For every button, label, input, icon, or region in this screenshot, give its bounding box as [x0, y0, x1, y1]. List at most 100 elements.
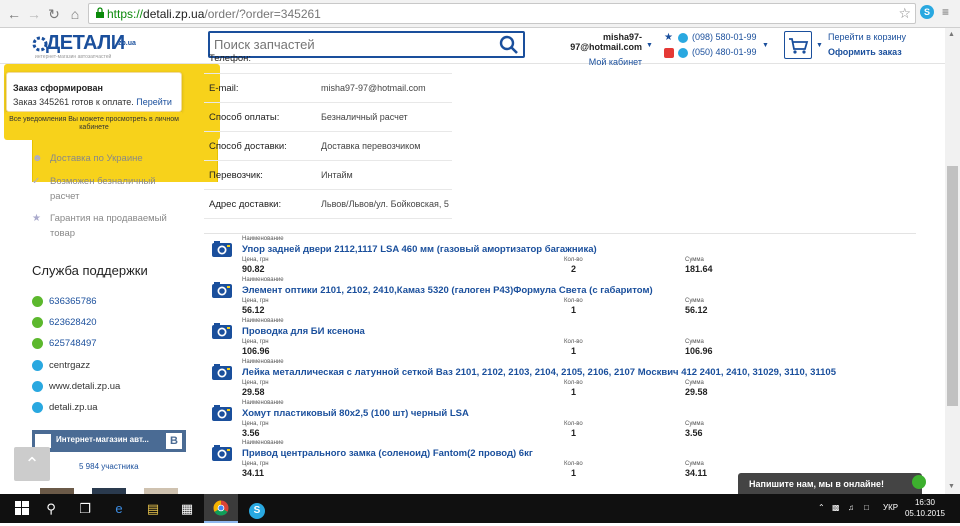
language-indicator[interactable]: УКР [883, 503, 898, 512]
product-photo-icon[interactable] [211, 444, 233, 462]
item-name-link[interactable]: Элемент оптики 2101, 2102, 2410,Камаз 53… [242, 285, 653, 296]
phone-1[interactable]: ★ (098) 580-01-99 [664, 30, 757, 45]
feature-text: Возможен безналичный [50, 176, 156, 187]
back-icon[interactable]: ← [5, 5, 23, 23]
field-label: E-mail: [209, 83, 239, 94]
go-to-cart-link[interactable]: Перейти в корзину [828, 32, 906, 42]
product-photo-icon[interactable] [211, 322, 233, 340]
skype-icon [32, 381, 43, 392]
search-icon[interactable]: ⚲ [34, 494, 68, 523]
vk-group-title: Интернет-магазин авт... [56, 435, 149, 444]
chevron-down-icon[interactable]: ▼ [646, 42, 653, 49]
page-scrollbar[interactable]: ▲ ▼ [945, 28, 960, 494]
scrollbar-thumb[interactable] [947, 166, 958, 406]
file-explorer-icon[interactable]: ▤ [136, 494, 170, 523]
browser-toolbar: ← → ↻ ⌂ https://detali.zp.ua/order/?orde… [0, 0, 960, 28]
reload-icon[interactable]: ↻ [45, 5, 63, 23]
col-name-label: Наименование [242, 277, 284, 283]
contact-text: www.detali.zp.ua [49, 381, 121, 392]
item-name-link[interactable]: Проводка для БИ ксенона [242, 326, 365, 337]
item-name-link[interactable]: Лейка металлическая с латунной сеткой Ва… [242, 367, 836, 378]
product-photo-icon[interactable] [211, 281, 233, 299]
contact-text: centrgazz [49, 360, 91, 371]
cart-icon[interactable] [784, 31, 812, 59]
product-photo-icon[interactable] [211, 240, 233, 258]
field-value: misha97-97@hotmail.com [321, 83, 426, 93]
bookmark-star-icon[interactable]: ☆ [898, 5, 911, 22]
icq-contact-1[interactable]: 636365786 [32, 296, 97, 307]
scroll-to-top-button[interactable]: ⌃ [14, 447, 50, 481]
lock-icon [96, 7, 104, 18]
chat-status-icon [912, 475, 926, 489]
edge-browser-icon[interactable]: e [102, 494, 136, 523]
feature-text: Гарантия на продаваемый [50, 213, 167, 224]
forward-icon[interactable]: → [25, 5, 43, 23]
home-icon[interactable]: ⌂ [66, 5, 84, 23]
col-sum-label: Сумма [685, 257, 704, 263]
product-photo-icon[interactable] [211, 363, 233, 381]
col-price-label: Цена, грн [242, 257, 269, 263]
col-price-label: Цена, грн [242, 461, 269, 467]
my-cabinet-link[interactable]: Мой кабинет [538, 57, 642, 67]
field-label: Способ доставки: [209, 141, 287, 152]
store-icon[interactable]: ▦ [170, 494, 204, 523]
phone-2[interactable]: (050) 480-01-99 [664, 45, 757, 60]
icq-contact-2[interactable]: 623628420 [32, 317, 97, 328]
item-qty: 1 [571, 305, 577, 315]
icq-icon [32, 296, 43, 307]
system-clock[interactable]: 16:30 05.10.2015 [904, 497, 946, 519]
phone-1-text: (098) 580-01-99 [692, 32, 757, 42]
item-price: 3.56 [242, 428, 260, 438]
chrome-icon[interactable] [204, 494, 238, 523]
col-price-label: Цена, грн [242, 421, 269, 427]
item-sum: 56.12 [685, 305, 708, 315]
address-bar[interactable]: https://detali.zp.ua/order/?order=345261… [88, 3, 916, 24]
chat-widget[interactable]: Напишите нам, мы в онлайне! [738, 473, 922, 495]
checkmark-icon: ✓ [32, 176, 41, 187]
vk-widget-header[interactable]: Интернет-магазин авт... В [32, 430, 186, 452]
item-price: 34.11 [242, 468, 265, 478]
skype-extension-icon[interactable]: S [920, 5, 934, 19]
item-sum: 3.56 [685, 428, 703, 438]
search-icon[interactable] [499, 35, 519, 55]
site-logo[interactable]: ДЕТАЛИ zp.ua интернет-магазин автозапчас… [32, 30, 142, 62]
volume-icon[interactable]: ♫ [848, 503, 854, 512]
item-sum: 34.11 [685, 468, 708, 478]
logo-domain: zp.ua [118, 40, 136, 47]
skype-contact[interactable]: centrgazz [32, 360, 90, 371]
col-qty-label: Кол-во [564, 380, 583, 386]
account-block[interactable]: misha97-97@hotmail.com Мой кабинет [538, 32, 642, 67]
notice-footer-text: Все уведомления Вы можете просмотреть в … [9, 116, 179, 131]
notice-body: Заказ 345261 готов к оплате. Перейти [13, 97, 172, 107]
item-name-link[interactable]: Привод центрального замка (соленоид) Fan… [242, 448, 533, 459]
domain-contact[interactable]: detali.zp.ua [32, 402, 98, 413]
notification-icon[interactable]: □ [864, 503, 869, 512]
chevron-down-icon[interactable]: ▼ [762, 42, 769, 49]
menu-icon[interactable]: ≡ [942, 6, 949, 18]
order-item-row: Наименование Лейка металлическая с латунн… [211, 359, 911, 399]
col-qty-label: Кол-во [564, 461, 583, 467]
clock-date: 05.10.2015 [904, 509, 946, 518]
notice-go-link[interactable]: Перейти [136, 97, 172, 107]
col-name-label: Наименование [242, 359, 284, 365]
chevron-down-icon[interactable]: ▼ [816, 42, 823, 49]
network-icon[interactable]: ▩ [832, 503, 840, 512]
item-name-link[interactable]: Хомут пластиковый 80х2,5 (100 шт) черный… [242, 408, 469, 419]
feature-text: Доставка по Украине [50, 153, 143, 164]
item-name-link[interactable]: Упор задней двери 2112,1117 LSA 460 мм (… [242, 244, 597, 255]
icq-contact-3[interactable]: 625748497 [32, 338, 97, 349]
website-contact[interactable]: www.detali.zp.ua [32, 381, 120, 392]
contact-text: 623628420 [49, 317, 97, 328]
checkout-link[interactable]: Оформить заказ [828, 47, 902, 57]
scroll-down-arrow-icon[interactable]: ▼ [948, 483, 955, 490]
col-price-label: Цена, грн [242, 298, 269, 304]
col-qty-label: Кол-во [564, 421, 583, 427]
product-photo-icon[interactable] [211, 404, 233, 422]
scroll-up-arrow-icon[interactable]: ▲ [948, 31, 955, 38]
skype-taskbar-icon[interactable]: S [240, 494, 274, 523]
contact-text: 636365786 [49, 296, 97, 307]
contact-text: 625748497 [49, 338, 97, 349]
tray-chevron-icon[interactable]: ⌃ [818, 503, 825, 512]
field-label: Адрес доставки: [209, 199, 282, 210]
task-view-icon[interactable]: ❐ [68, 494, 102, 523]
